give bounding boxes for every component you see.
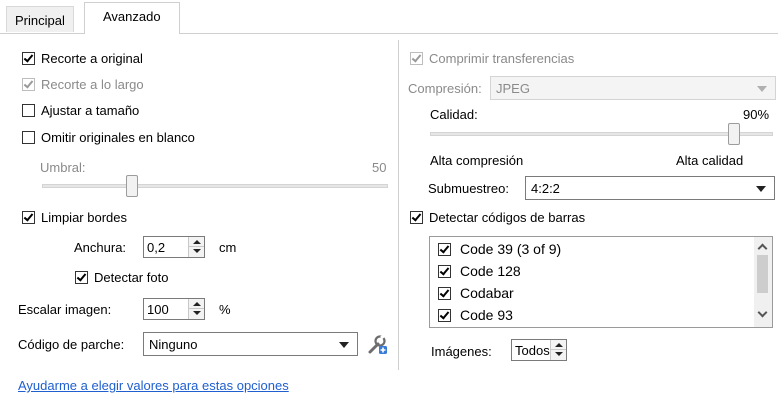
images-label: Imágenes: <box>431 344 492 359</box>
patch-code-value: Ninguno <box>149 337 198 352</box>
tab-avanzado[interactable]: Avanzado <box>84 2 180 34</box>
barcode-type-list[interactable]: Code 39 (3 of 9) Code 128 Codabar Code 9… <box>429 236 773 328</box>
barcodes-checkbox[interactable] <box>410 211 423 224</box>
scale-label: Escalar imagen: <box>18 302 112 317</box>
detect-photo-checkbox[interactable] <box>75 271 88 284</box>
quality-slider-thumb[interactable] <box>727 123 740 145</box>
arrow-down-icon <box>193 311 201 315</box>
detect-photo-label: Detectar foto <box>94 270 169 285</box>
fit-size-checkbox[interactable] <box>22 104 35 117</box>
compression-dropdown: JPEG <box>490 76 776 100</box>
tab-label: Principal <box>15 13 65 28</box>
spin-down-button[interactable] <box>551 350 566 360</box>
images-spinbox[interactable]: Todos <box>511 339 567 361</box>
patch-settings-button[interactable] <box>364 331 390 357</box>
subsampling-value: 4:2:2 <box>531 181 560 196</box>
compress-checkbox <box>410 52 423 65</box>
threshold-slider-thumb <box>125 175 138 197</box>
quality-slider-track <box>430 132 773 136</box>
compression-label: Compresión: <box>408 81 482 96</box>
crop-length-checkbox <box>22 78 35 91</box>
scrollbar-thumb[interactable] <box>757 255 768 293</box>
skip-blank-label: Omitir originales en blanco <box>41 130 195 145</box>
spin-up-button[interactable] <box>189 237 204 247</box>
barcode-name: Code 93 <box>460 307 513 323</box>
spin-up-button[interactable] <box>551 340 566 350</box>
crop-original-label: Recorte a original <box>41 51 143 66</box>
scale-unit: % <box>219 302 231 317</box>
width-unit: cm <box>219 240 237 255</box>
help-link[interactable]: Ayudarme a elegir valores para estas opc… <box>18 378 289 393</box>
threshold-value: 50 <box>372 160 387 175</box>
arrow-up-icon <box>193 240 201 244</box>
scale-spinbox[interactable]: 100 <box>143 298 205 320</box>
arrow-up-icon <box>555 343 563 347</box>
quality-label: Calidad: <box>430 107 478 122</box>
barcode-checkbox[interactable] <box>438 243 451 256</box>
width-value: 0,2 <box>147 240 166 255</box>
chevron-down-icon[interactable] <box>757 307 768 318</box>
subsampling-label: Submuestreo: <box>428 181 509 196</box>
compress-label: Comprimir transferencias <box>429 51 575 66</box>
patch-code-label: Código de parche: <box>18 337 125 352</box>
barcode-name: Codabar <box>460 285 514 301</box>
barcode-checkbox[interactable] <box>438 287 451 300</box>
barcode-checkbox[interactable] <box>438 309 451 322</box>
barcode-name: Code 128 <box>460 263 521 279</box>
clean-edges-label: Limpiar bordes <box>41 210 127 225</box>
chevron-up-icon[interactable] <box>757 243 768 254</box>
spin-up-button[interactable] <box>189 299 204 309</box>
width-spinbox[interactable]: 0,2 <box>143 236 205 258</box>
quality-value: 90% <box>743 107 770 122</box>
arrow-down-icon <box>555 352 563 356</box>
arrow-down-icon <box>193 249 201 253</box>
width-label: Anchura: <box>74 240 127 255</box>
barcode-checkbox[interactable] <box>438 265 451 278</box>
crop-length-label: Recorte a lo largo <box>41 77 144 92</box>
quality-high-label: Alta calidad <box>676 153 744 168</box>
arrow-up-icon <box>193 302 201 306</box>
wrench-add-icon <box>368 333 387 354</box>
scale-value: 100 <box>147 302 169 317</box>
spin-down-button[interactable] <box>189 309 204 319</box>
images-value: Todos <box>515 343 550 358</box>
crop-original-checkbox[interactable] <box>22 52 35 65</box>
clean-edges-checkbox[interactable] <box>22 211 35 224</box>
threshold-slider-track <box>42 184 388 188</box>
column-divider <box>398 40 399 370</box>
chevron-down-icon <box>756 186 766 192</box>
list-scrollbar[interactable] <box>754 237 772 327</box>
tab-label: Avanzado <box>103 9 161 24</box>
patch-code-dropdown[interactable]: Ninguno <box>143 332 358 356</box>
subsampling-dropdown[interactable]: 4:2:2 <box>525 176 775 200</box>
skip-blank-checkbox[interactable] <box>22 131 35 144</box>
quality-low-label: Alta compresión <box>430 153 524 168</box>
chevron-down-icon <box>339 342 349 348</box>
chevron-down-icon <box>757 86 767 92</box>
fit-size-label: Ajustar a tamaño <box>41 103 140 118</box>
spin-down-button[interactable] <box>189 247 204 257</box>
compression-value: JPEG <box>496 81 530 96</box>
tab-principal[interactable]: Principal <box>6 6 74 32</box>
barcode-name: Code 39 (3 of 9) <box>460 241 562 257</box>
threshold-label: Umbral: <box>40 160 86 175</box>
barcodes-label: Detectar códigos de barras <box>429 210 586 225</box>
